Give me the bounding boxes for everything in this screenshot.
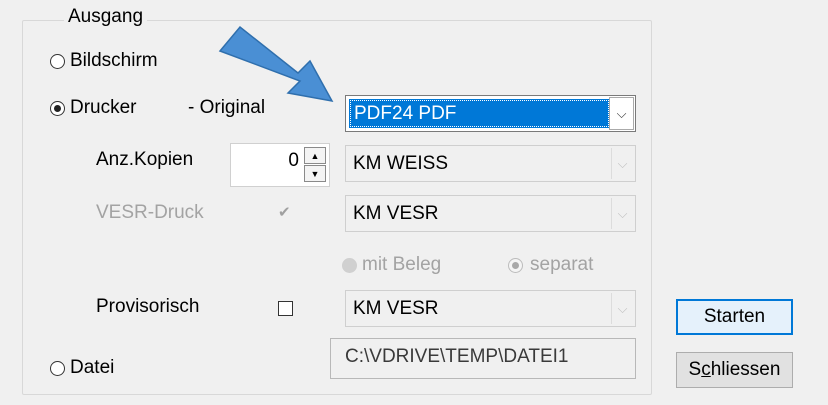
radio-with-receipt-label[interactable]: mit Beleg bbox=[362, 254, 441, 276]
radio-printer[interactable] bbox=[50, 101, 65, 116]
vesr-checkbox[interactable]: ✔ bbox=[278, 205, 293, 220]
close-button-label: Schliessen bbox=[688, 359, 781, 380]
copies-printer-value: KM WEISS bbox=[353, 153, 449, 174]
file-path-value: C:\VDRIVE\TEMP\DATEI1 bbox=[345, 346, 569, 367]
stepper-down-icon[interactable]: ▼ bbox=[304, 165, 326, 182]
chevron-down-icon[interactable]: ⌵ bbox=[611, 198, 633, 229]
radio-file[interactable] bbox=[50, 361, 65, 376]
radio-printer-label[interactable]: Drucker bbox=[70, 97, 137, 119]
radio-with-receipt[interactable] bbox=[342, 258, 357, 273]
vesr-printer-select[interactable]: KM VESR ⌵ bbox=[345, 195, 636, 232]
copies-printer-select[interactable]: KM WEISS ⌵ bbox=[345, 145, 636, 182]
provisional-printer-select[interactable]: KM VESR ⌵ bbox=[345, 290, 636, 327]
chevron-down-icon[interactable]: ⌵ bbox=[611, 293, 633, 324]
radio-screen[interactable] bbox=[50, 54, 65, 69]
stepper-up-icon[interactable]: ▲ bbox=[304, 147, 326, 164]
radio-screen-label[interactable]: Bildschirm bbox=[70, 50, 158, 72]
chevron-down-icon[interactable]: ⌵ bbox=[609, 97, 634, 130]
copies-stepper[interactable]: 0 ▲ ▼ bbox=[230, 143, 330, 187]
radio-file-label[interactable]: Datei bbox=[70, 357, 114, 379]
vesr-label: VESR-Druck bbox=[96, 202, 204, 223]
annotation-arrow-icon bbox=[218, 25, 334, 103]
provisional-checkbox[interactable] bbox=[278, 301, 293, 316]
copies-label: Anz.Kopien bbox=[96, 149, 194, 170]
arrow-shape bbox=[218, 25, 334, 103]
printer-select-value: PDF24 PDF bbox=[354, 103, 457, 124]
radio-separate[interactable] bbox=[508, 258, 523, 273]
chevron-down-icon[interactable]: ⌵ bbox=[611, 148, 633, 179]
copies-value[interactable]: 0 bbox=[288, 150, 299, 172]
start-button-label: Starten bbox=[703, 306, 766, 327]
output-group-legend: Ausgang bbox=[64, 6, 148, 28]
radio-separate-label[interactable]: separat bbox=[530, 254, 593, 276]
provisional-printer-value: KM VESR bbox=[353, 298, 439, 319]
start-button[interactable]: Starten bbox=[676, 299, 793, 335]
file-path-field[interactable]: C:\VDRIVE\TEMP\DATEI1 bbox=[330, 338, 636, 379]
printer-select[interactable]: PDF24 PDF ⌵ bbox=[345, 95, 636, 132]
close-button[interactable]: Schliessen bbox=[676, 352, 793, 388]
vesr-printer-value: KM VESR bbox=[353, 203, 439, 224]
provisional-label: Provisorisch bbox=[96, 296, 200, 317]
